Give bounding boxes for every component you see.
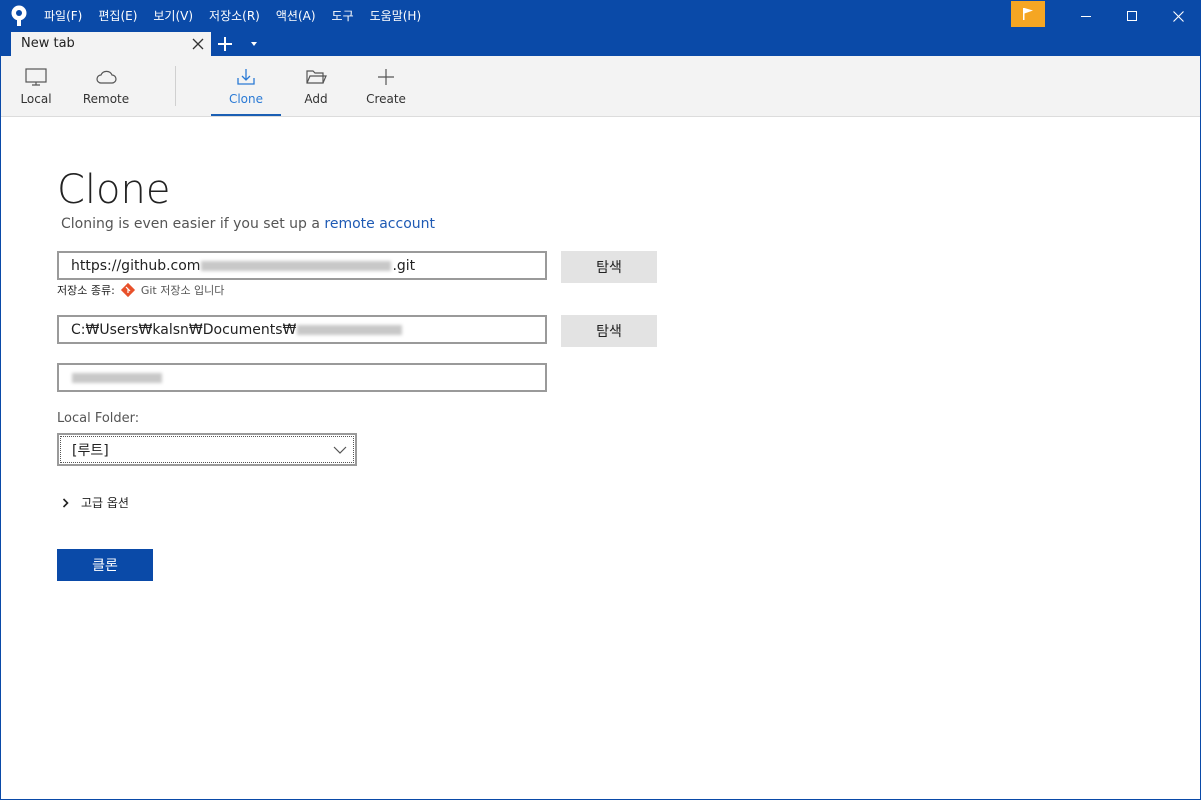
notification-flag-button[interactable] [1011,0,1045,27]
redacted-text [201,260,392,271]
menu-edit[interactable]: 편집(E) [90,0,145,32]
menu-actions[interactable]: 액션(A) [268,0,324,32]
maximize-icon [1127,11,1137,21]
bookmark-name-input[interactable] [57,363,547,392]
menu-view[interactable]: 보기(V) [145,0,201,32]
add-label: Add [304,92,328,106]
repo-type-row: 저장소 종류: Git 저장소 입니다 [57,282,224,298]
menu-file[interactable]: 파일(F) [36,0,90,32]
remote-account-link[interactable]: remote account [324,216,435,232]
add-tab-icon[interactable] [216,34,234,54]
git-icon [120,282,135,298]
local-folder-label: Local Folder: [57,411,140,426]
clone-submit-button[interactable]: 클론 [57,549,153,581]
browse-url-button[interactable]: 탐색 [561,251,657,283]
maximize-button[interactable] [1109,0,1155,32]
remote-button[interactable]: Remote [78,56,134,117]
subtitle: Cloning is even easier if you set up a r… [61,216,435,232]
create-label: Create [366,92,406,106]
local-button[interactable]: Local [12,56,60,117]
remote-label: Remote [82,92,130,106]
tab-new-tab[interactable]: New tab [11,32,211,56]
tab-close-icon[interactable] [192,38,204,50]
url-prefix: https://github.com [71,257,201,274]
page-title: Clone [57,167,171,213]
local-folder-value: [루트] [72,442,109,459]
clone-button[interactable]: Clone [211,56,281,117]
close-icon [1172,10,1184,22]
local-folder-select[interactable]: [루트] [57,433,357,466]
create-button[interactable]: Create [356,56,416,117]
tab-label: New tab [21,36,75,51]
sourcetree-logo-icon [11,5,27,26]
subtitle-text: Cloning is even easier if you set up a [61,216,325,232]
advanced-options-label: 고급 옵션 [81,496,129,510]
chevron-right-icon [62,497,69,508]
add-button[interactable]: Add [291,56,341,117]
title-bar: 파일(F) 편집(E) 보기(V) 저장소(R) 액션(A) 도구 도움말(H)… [0,0,1201,56]
redacted-text [297,324,403,335]
minimize-button[interactable] [1063,0,1109,32]
download-icon [237,69,255,85]
toolbar-separator [175,66,176,106]
browse-path-button[interactable]: 탐색 [561,315,657,347]
toolbar: Local Remote Clone Add Create [0,56,1201,117]
path-prefix: C:₩Users₩kalsn₩Documents₩ [71,321,297,338]
advanced-options-toggle[interactable]: 고급 옵션 [62,494,129,511]
flag-icon [1023,7,1033,20]
plus-icon [378,69,394,85]
local-label: Local [20,92,52,106]
repo-type-label: 저장소 종류: [57,284,115,297]
redacted-text [72,372,162,383]
menu-repository[interactable]: 저장소(R) [201,0,268,32]
window-frame [0,0,1201,800]
monitor-icon [25,68,47,86]
menu-bar: 파일(F) 편집(E) 보기(V) 저장소(R) 액션(A) 도구 도움말(H) [36,0,429,32]
tab-dropdown-icon[interactable] [249,40,259,48]
folder-open-icon [306,70,327,84]
source-url-input[interactable]: https://github.com .git [57,251,547,280]
close-window-button[interactable] [1155,0,1201,32]
menu-tools[interactable]: 도구 [324,0,362,32]
destination-path-input[interactable]: C:₩Users₩kalsn₩Documents₩ [57,315,547,344]
chevron-down-icon [333,446,347,454]
clone-label: Clone [228,92,264,106]
url-suffix: .git [392,257,416,274]
cloud-icon [96,70,117,84]
menu-help[interactable]: 도움말(H) [362,0,430,32]
minimize-icon [1081,16,1091,17]
repo-type-value: Git 저장소 입니다 [140,284,225,297]
